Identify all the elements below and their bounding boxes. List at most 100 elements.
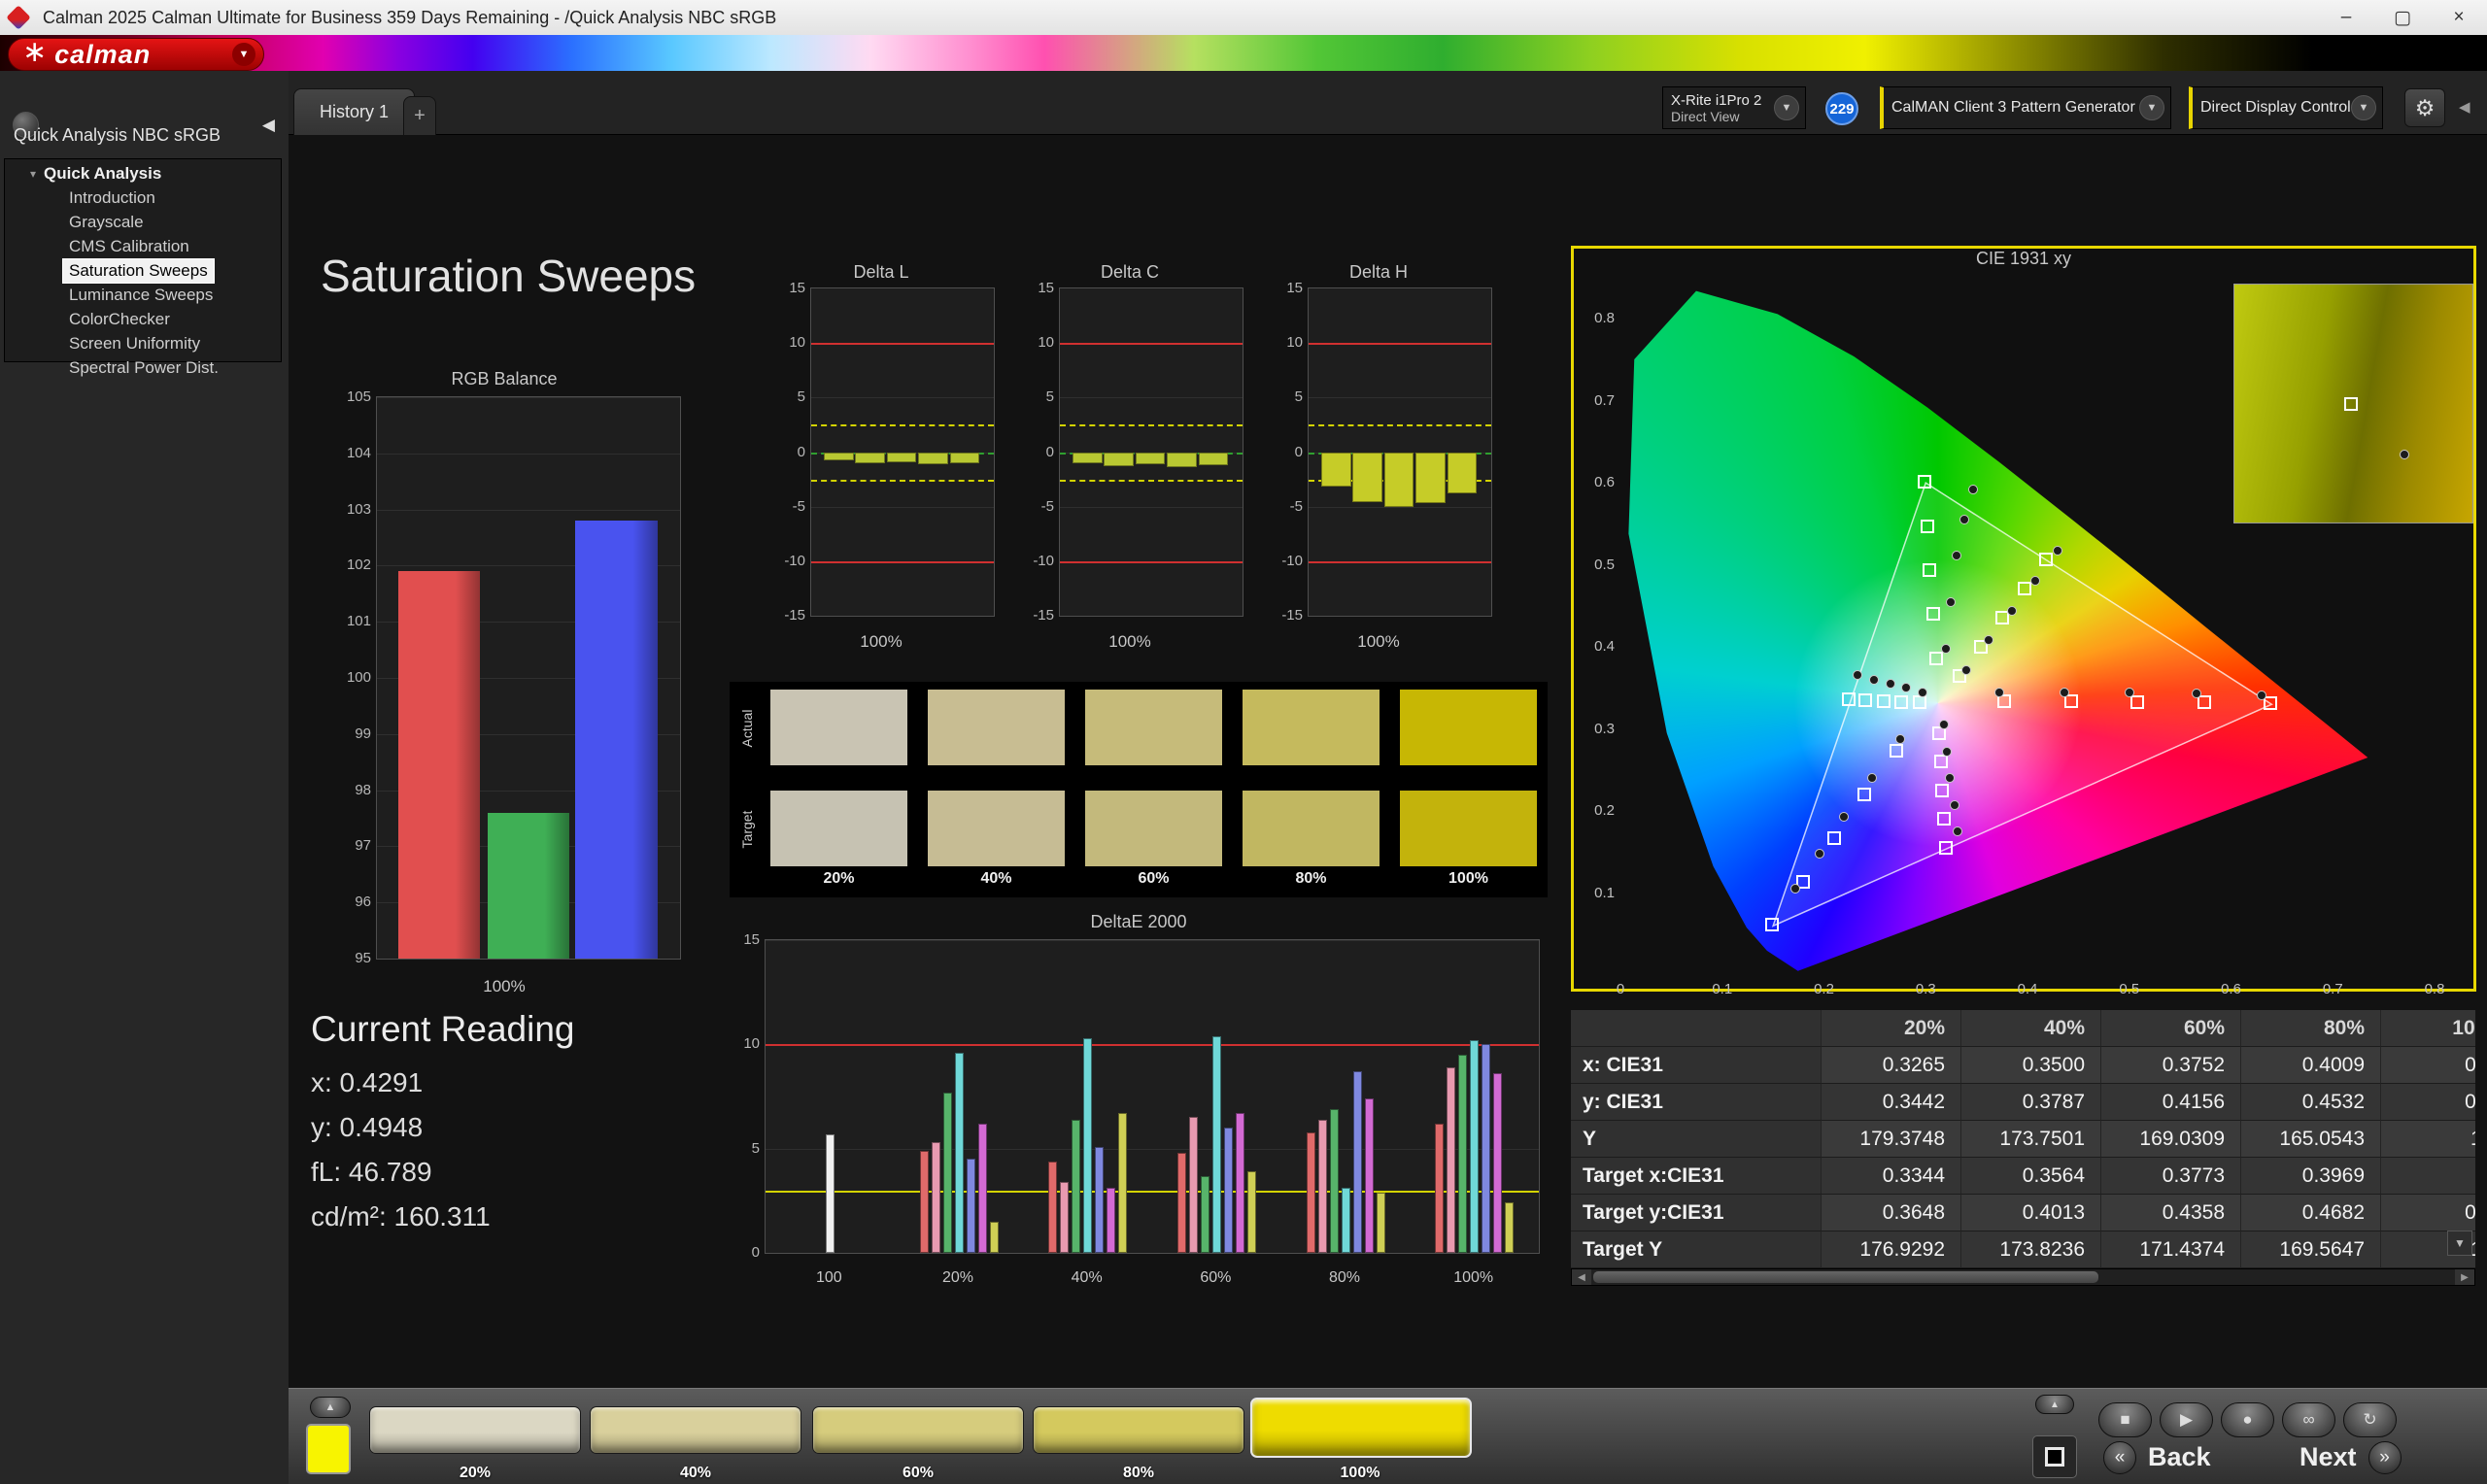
pattern-button-100%[interactable] [1250, 1398, 1472, 1458]
y-axis-tick: 99 [355, 725, 371, 742]
display-control-dropdown[interactable]: Direct Display Control ▼ [2189, 86, 2383, 129]
tab-history-1[interactable]: History 1 [293, 88, 416, 135]
back-label: Back [2148, 1442, 2211, 1471]
stop-button[interactable]: ■ [2098, 1402, 2152, 1437]
sidebar-item-screen-uniformity[interactable]: Screen Uniformity [63, 332, 206, 355]
table-header-cell: 100% [2381, 1010, 2475, 1047]
deltae-bar [966, 1159, 975, 1253]
maximize-button[interactable]: ▢ [2374, 0, 2431, 35]
delta-bar [1321, 452, 1351, 488]
measurement-marker [2059, 687, 2069, 697]
table-horizontal-scrollbar[interactable]: ◀ ▶ [1571, 1268, 2475, 1286]
link-button[interactable]: ∞ [2282, 1402, 2335, 1437]
add-tab-button[interactable]: + [403, 96, 436, 135]
calman-menu-button[interactable]: ∗ calman ▼ [8, 38, 264, 71]
deltae-bar [1083, 1037, 1093, 1253]
deltae-bar [1376, 1192, 1385, 1253]
y-axis-tick: 0.2 [1594, 802, 1615, 820]
pattern-window-icon [2045, 1447, 2064, 1467]
cie-zoom-inset [2233, 284, 2473, 523]
collapse-sidebar-icon[interactable]: ◀ [262, 116, 275, 135]
delta-bar [1415, 452, 1446, 504]
pattern-button-40%[interactable] [590, 1406, 801, 1454]
pattern-collapse-button[interactable]: ▲ [310, 1397, 351, 1418]
play-button[interactable]: ▶ [2160, 1402, 2213, 1437]
table-cell: 171.4374 [2101, 1231, 2241, 1268]
table-scroll-down-button[interactable]: ▼ [2447, 1231, 2472, 1256]
deltae-bar [1352, 1071, 1362, 1253]
pattern-window-button[interactable] [2032, 1435, 2077, 1478]
scroll-left-button[interactable]: ◀ [1572, 1269, 1591, 1285]
collapse-panel-icon[interactable]: ◀ [2459, 98, 2470, 116]
gridline [766, 1148, 1539, 1150]
reference-line [766, 1044, 1539, 1047]
reference-line [1060, 424, 1243, 427]
table-cell: 0.4009 [2241, 1047, 2381, 1084]
x-axis-tick: 100 [815, 1269, 842, 1286]
measurement-marker [1961, 664, 1972, 675]
back-button[interactable]: « Back [2103, 1435, 2211, 1479]
chevron-down-icon: ▼ [1774, 95, 1799, 120]
table-cell: 0.3773 [2101, 1158, 2241, 1195]
table-header-cell [1571, 1010, 1822, 1047]
refresh-button[interactable]: ↻ [2343, 1402, 2397, 1437]
y-axis-tick: 5 [751, 1139, 760, 1157]
y-axis-tick: 10 [1038, 334, 1054, 352]
table-row: y: CIE310.34420.37870.41560.45320.49 [1571, 1084, 2475, 1121]
measurement-marker [1952, 826, 1962, 837]
pattern-button-60%[interactable] [812, 1406, 1024, 1454]
settings-gear-button[interactable]: ⚙ [2404, 88, 2445, 127]
y-axis-tick: 0 [1294, 443, 1303, 460]
table-cell: 0.3442 [1822, 1084, 1961, 1121]
tab-bar: History 1 + X-Rite i1Pro 2 Direct View ▼… [289, 71, 2487, 135]
sidebar-item-spectral-power-dist-[interactable]: Spectral Power Dist. [63, 356, 224, 380]
reference-line [811, 560, 994, 563]
y-axis-tick: 96 [355, 894, 371, 911]
sidebar-item-introduction[interactable]: Introduction [63, 186, 161, 210]
record-button[interactable]: ● [2221, 1402, 2274, 1437]
table-row-label: Target Y [1571, 1231, 1822, 1268]
cie-1931-chart: CIE 1931 xy 0 0.1 0.2 0.3 0.4 0.5 0.6 0.7 0.8 0.1… [1571, 246, 2476, 997]
tree-root-quick-analysis[interactable]: ▾ Quick Analysis [5, 159, 281, 186]
table-row: Target y:CIE310.36480.40130.43580.46820.… [1571, 1195, 2475, 1231]
measurement-marker [1853, 669, 1863, 680]
pattern-button-20%[interactable] [369, 1406, 581, 1454]
x-axis-tick: 0.8 [2424, 981, 2445, 997]
sidebar-item-luminance-sweeps[interactable]: Luminance Sweeps [63, 284, 219, 307]
sidebar-item-saturation-sweeps[interactable]: Saturation Sweeps [62, 258, 215, 284]
swatch-row-label: Actual [739, 709, 755, 748]
target-swatch [1085, 791, 1222, 866]
deltae-bar [1317, 1119, 1327, 1253]
scroll-right-button[interactable]: ▶ [2455, 1269, 2474, 1285]
active-pattern-swatch[interactable] [306, 1424, 351, 1474]
reference-line [1060, 560, 1243, 563]
scrollbar-thumb[interactable] [1593, 1271, 2098, 1283]
target-swatch [928, 791, 1065, 866]
sidebar-item-colorchecker[interactable]: ColorChecker [63, 308, 176, 331]
deltae-bar [825, 1133, 835, 1253]
table-row: Y179.3748173.7501169.0309165.0543160 [1571, 1121, 2475, 1158]
deltae-bar [942, 1092, 952, 1253]
sidebar-item-grayscale[interactable]: Grayscale [63, 211, 150, 234]
y-axis-tick: 15 [1038, 280, 1054, 296]
next-button[interactable]: Next » [2300, 1435, 2402, 1479]
next-arrows-icon: » [2368, 1440, 2402, 1474]
app-window: Calman 2025 Calman Ultimate for Business… [0, 0, 2487, 1484]
sidebar-item-cms-calibration[interactable]: CMS Calibration [63, 235, 195, 258]
close-button[interactable]: × [2431, 0, 2487, 35]
y-axis-tick: 0.1 [1594, 884, 1615, 901]
pattern-generator-dropdown[interactable]: CalMAN Client 3 Pattern Generator ▼ [1880, 86, 2171, 129]
deltae-bar [954, 1052, 964, 1253]
calman-logo-text: calman [54, 39, 152, 69]
transport-collapse-button[interactable]: ▲ [2035, 1395, 2074, 1414]
y-axis-tick: 0 [1045, 443, 1054, 460]
target-marker [1765, 918, 1780, 932]
inset-measurement-marker [2400, 450, 2410, 460]
minimize-button[interactable]: – [2318, 0, 2374, 35]
meter-dropdown[interactable]: X-Rite i1Pro 2 Direct View ▼ [1662, 86, 1806, 129]
deltae-bar [1505, 1202, 1515, 1253]
spectrum-banner [0, 35, 2487, 71]
pattern-button-80%[interactable] [1033, 1406, 1244, 1454]
table-cell: 169.0309 [2101, 1121, 2241, 1158]
delta-c-chart: Delta C 15 10 5 0 -5 -10 -15 100% [1010, 262, 1249, 656]
